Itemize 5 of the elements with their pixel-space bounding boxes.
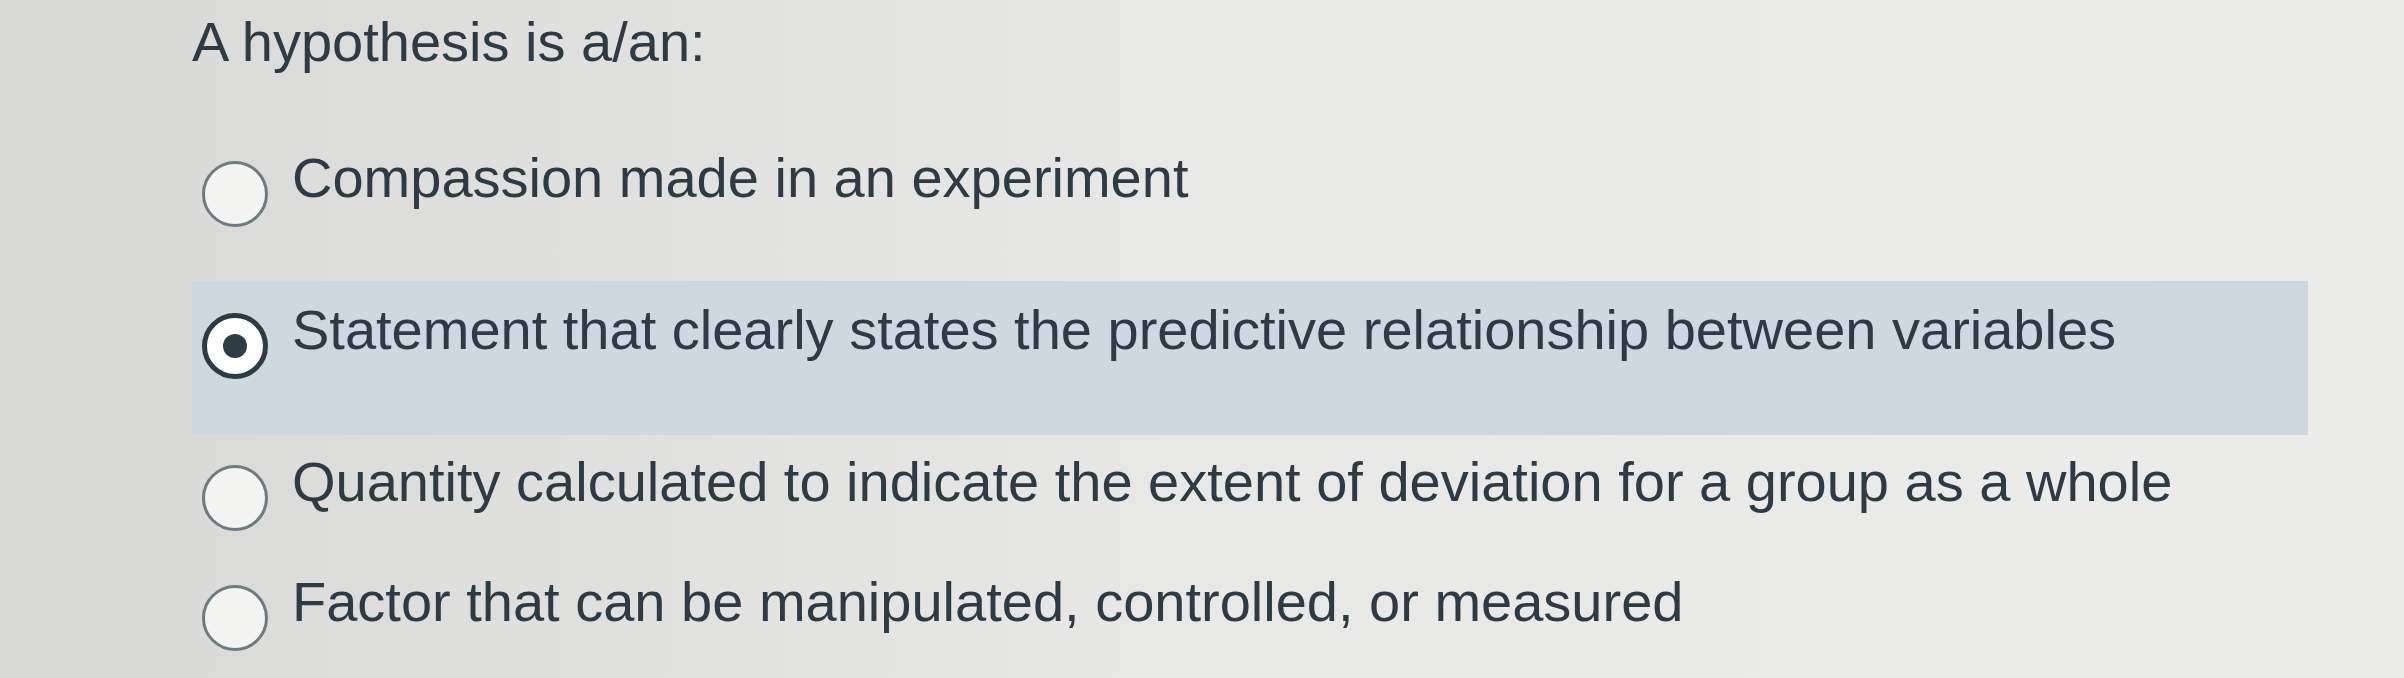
answer-option-label[interactable]: Factor that can be manipulated, controlled, or measured bbox=[292, 567, 1684, 637]
question-text: A hypothesis is a/an: bbox=[192, 12, 706, 72]
answer-option-label[interactable]: Statement that clearly states the predictive relationship between variables bbox=[292, 295, 2117, 365]
answer-option-label[interactable]: Compassion made in an experiment bbox=[292, 143, 1189, 213]
answer-option-label[interactable]: Quantity calculated to indicate the extent of deviation for a group as a whole bbox=[292, 447, 2173, 517]
